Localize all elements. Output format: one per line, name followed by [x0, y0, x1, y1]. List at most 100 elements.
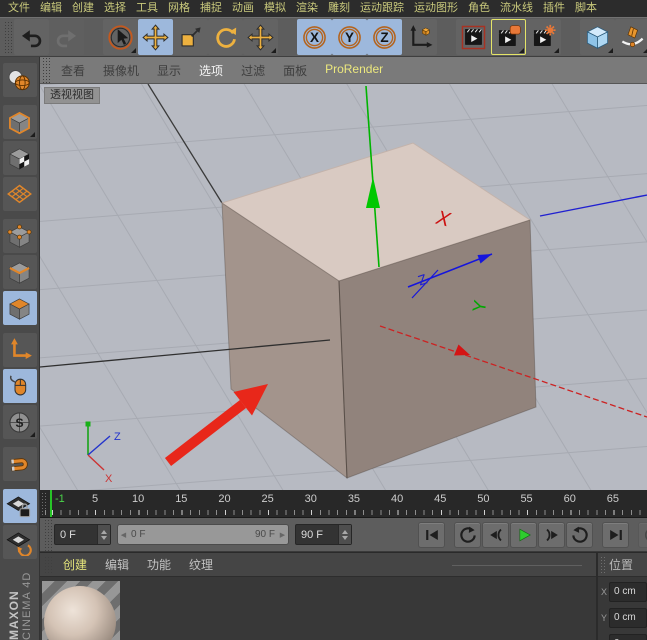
menu-item[interactable]: 雕刻 — [323, 0, 355, 17]
goto-end-button[interactable] — [602, 521, 629, 548]
panel-splitter[interactable] — [452, 565, 582, 566]
goto-start-button[interactable] — [418, 521, 445, 548]
material-thumbnail[interactable] — [42, 581, 120, 640]
menu-item[interactable]: 运动跟踪 — [355, 0, 409, 17]
menu-item[interactable]: 编辑 — [35, 0, 67, 17]
position-value-field[interactable]: 0 cm — [609, 608, 647, 628]
perspective-viewport[interactable]: X Y Z Z X 透视视图 — [40, 84, 647, 490]
pen-spline-button[interactable] — [615, 19, 647, 55]
menu-item[interactable]: 创建 — [67, 0, 99, 17]
range-start-value: 0 F — [131, 529, 146, 540]
render-settings-button[interactable] — [526, 19, 561, 55]
viewport-menu-item[interactable]: 显示 — [148, 62, 190, 79]
goto-end-icon — [606, 525, 626, 545]
menu-item[interactable]: 捕捉 — [195, 0, 227, 17]
menu-item[interactable]: 插件 — [538, 0, 570, 17]
material-menu-item[interactable]: 纹理 — [180, 556, 222, 573]
lock-z-axis-button[interactable] — [367, 19, 402, 55]
snap-settings-button[interactable] — [2, 405, 37, 439]
make-editable-button[interactable] — [2, 63, 37, 97]
play-forward-button[interactable] — [510, 521, 537, 548]
points-mode-icon — [6, 223, 33, 250]
menu-item[interactable]: 网格 — [163, 0, 195, 17]
model-mode-button[interactable] — [2, 105, 37, 139]
play-loop-button[interactable] — [566, 521, 593, 548]
material-manager: 创建 编辑 功能 纹理 — [40, 552, 596, 640]
spinner-arrows-icon[interactable] — [97, 525, 110, 544]
start-frame-spinner[interactable]: 0 F — [54, 524, 111, 545]
points-mode-button[interactable] — [2, 219, 37, 253]
scale-tool[interactable] — [173, 19, 208, 55]
mini-axis-label-x: X — [105, 473, 113, 485]
undo-button[interactable] — [14, 19, 49, 55]
menu-item[interactable]: 工具 — [131, 0, 163, 17]
frame-tick: 45 — [434, 493, 447, 505]
viewport-menu-item[interactable]: 面板 — [274, 62, 316, 79]
rotate-tool[interactable] — [208, 19, 243, 55]
viewport-tweak-button[interactable] — [2, 369, 37, 403]
menu-item[interactable]: 角色 — [463, 0, 495, 17]
material-preview-sphere — [44, 586, 116, 640]
edge-mode-button[interactable] — [2, 255, 37, 289]
toolbar-grip[interactable] — [4, 21, 12, 53]
lock-workplane-button[interactable] — [2, 489, 37, 523]
enable-snap-button[interactable] — [2, 447, 37, 481]
viewport-menubar-grip[interactable] — [42, 57, 50, 83]
viewport-menu-item[interactable]: 过滤 — [232, 62, 274, 79]
lock-y-axis-button[interactable] — [332, 19, 367, 55]
lock-x-axis-button[interactable] — [297, 19, 332, 55]
viewport-menu-item[interactable]: ProRender — [316, 62, 392, 79]
texture-mode-button[interactable] — [2, 141, 37, 175]
menu-item[interactable]: 动画 — [227, 0, 259, 17]
timeline-grip[interactable] — [41, 492, 48, 516]
playhead-marker[interactable] — [50, 490, 52, 517]
range-left-arrow-icon[interactable]: ◀ — [118, 531, 129, 539]
menu-item[interactable]: 选择 — [99, 0, 131, 17]
menu-item[interactable]: 模拟 — [259, 0, 291, 17]
menu-item[interactable]: 渲染 — [291, 0, 323, 17]
material-menu-item[interactable]: 编辑 — [96, 556, 138, 573]
position-value-field[interactable]: 0 cm — [609, 634, 647, 640]
material-menubar-grip[interactable] — [44, 555, 52, 574]
add-cube-primitive-button[interactable] — [580, 19, 615, 55]
redo-button[interactable] — [49, 19, 84, 55]
viewport-menu-item[interactable]: 摄像机 — [94, 62, 148, 79]
spinner-arrows-icon[interactable] — [338, 525, 351, 544]
polygon-mode-button[interactable] — [2, 291, 37, 325]
move-tool[interactable] — [138, 19, 173, 55]
transport-grip[interactable] — [44, 518, 52, 551]
last-used-tool[interactable] — [243, 19, 278, 55]
texture-mode-icon — [6, 145, 33, 172]
end-frame-spinner[interactable]: 90 F — [295, 524, 352, 545]
scale-icon — [177, 24, 204, 51]
live-selection-tool[interactable] — [103, 19, 138, 55]
enable-axis-button[interactable] — [2, 333, 37, 367]
render-settings-icon — [530, 24, 557, 51]
menu-item[interactable]: 流水线 — [495, 0, 538, 17]
position-value-field[interactable]: 0 cm — [609, 582, 647, 602]
timeline-ruler[interactable]: -1 5 10 15 20 25 30 35 40 45 50 55 60 65 — [40, 490, 647, 518]
menu-item[interactable]: 文件 — [3, 0, 35, 17]
viewport-menu-item[interactable]: 选项 — [190, 62, 232, 79]
viewport-menu-item[interactable]: 查看 — [52, 62, 94, 79]
previous-frame-button[interactable] — [482, 521, 509, 548]
rotate-icon — [212, 24, 239, 51]
menu-item[interactable]: 运动图形 — [409, 0, 463, 17]
range-right-arrow-icon[interactable]: ▶ — [277, 531, 288, 539]
render-view-button[interactable] — [456, 19, 491, 55]
coordinate-system-toggle[interactable] — [402, 19, 437, 55]
record-keyframe-button[interactable] — [638, 521, 647, 548]
workplane-mode-button[interactable] — [2, 177, 37, 211]
viewport-canvas[interactable]: X Y Z Z X — [40, 84, 647, 490]
play-backwards-button[interactable] — [454, 521, 481, 548]
render-view-icon — [460, 24, 487, 51]
coordinate-grip[interactable] — [600, 555, 607, 574]
render-picture-viewer-button[interactable] — [491, 19, 526, 55]
menu-item[interactable]: 脚本 — [570, 0, 602, 17]
frame-tick: 65 — [606, 493, 619, 505]
timeline-range-slider[interactable]: ◀ 0 F 90 F ▶ — [117, 524, 289, 545]
material-menu-item[interactable]: 创建 — [54, 556, 96, 573]
material-menu-item[interactable]: 功能 — [138, 556, 180, 573]
viewport-name-badge[interactable]: 透视视图 — [44, 87, 100, 104]
next-frame-button[interactable] — [538, 521, 565, 548]
